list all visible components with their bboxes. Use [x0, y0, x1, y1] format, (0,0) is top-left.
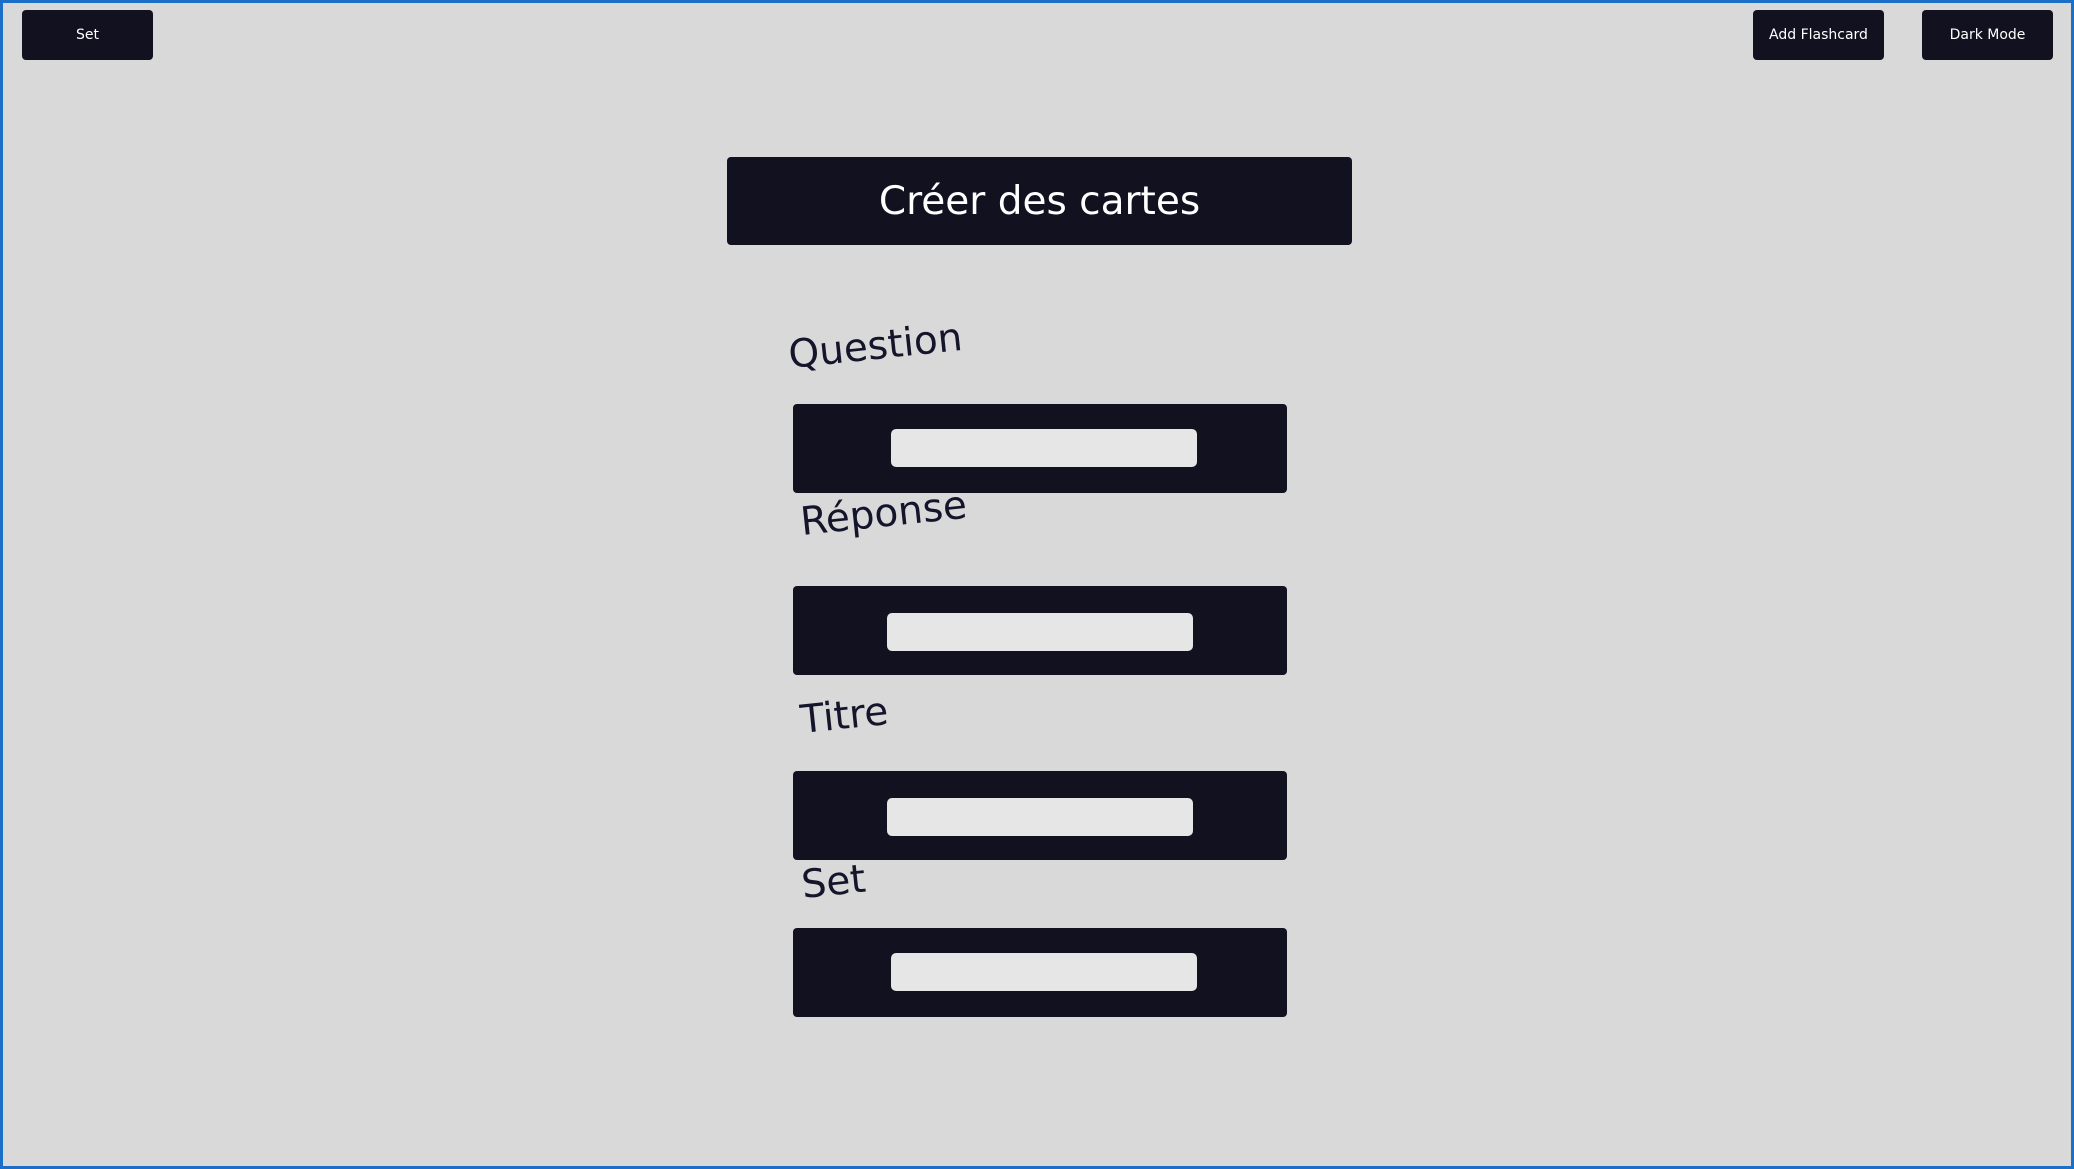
titre-field-panel — [793, 771, 1287, 860]
add-flashcard-button[interactable]: Add Flashcard — [1753, 10, 1884, 60]
page-title: Créer des cartes — [727, 157, 1352, 245]
titre-input[interactable] — [887, 798, 1193, 836]
titre-label: Titre — [798, 689, 891, 743]
set-field-panel — [793, 928, 1287, 1017]
question-label: Question — [786, 315, 965, 378]
reponse-input[interactable] — [887, 613, 1193, 651]
question-field-panel — [793, 404, 1287, 493]
dark-mode-button[interactable]: Dark Mode — [1922, 10, 2053, 60]
question-input[interactable] — [891, 429, 1197, 467]
set-label: Set — [799, 856, 868, 908]
set-input[interactable] — [891, 953, 1197, 991]
reponse-field-panel — [793, 586, 1287, 675]
app-window: Set Add Flashcard Dark Mode Créer des ca… — [0, 0, 2074, 1169]
set-button[interactable]: Set — [22, 10, 153, 60]
